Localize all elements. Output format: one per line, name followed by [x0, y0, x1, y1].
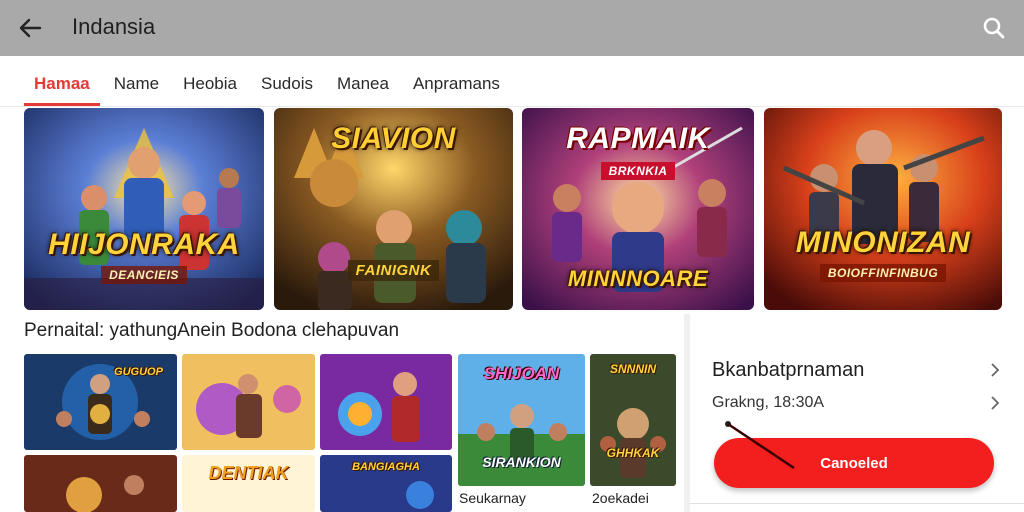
thumbnail-artwork — [24, 455, 177, 512]
arrow-left-icon[interactable] — [14, 12, 46, 44]
section-title: Pernaital: yathungAnein Bodona clehapuva… — [24, 320, 400, 341]
thumbnail-title: GUGUOP — [114, 366, 163, 378]
tab-heobia[interactable]: Heobia — [173, 62, 247, 106]
featured-game-card[interactable]: RAPMAIK BRKNKIA MINNNOARE — [522, 108, 754, 310]
thumbnail-footer: SIRANKION — [482, 454, 561, 470]
thumbnail-title: SHIJOAN — [483, 364, 560, 383]
thumbnail-artwork — [320, 354, 452, 450]
thumbnail-caption: 2oekadei — [592, 490, 649, 506]
chevron-right-icon — [991, 396, 1000, 410]
game-thumbnail[interactable]: SNNNIN GHHKAK — [590, 354, 676, 486]
search-icon[interactable] — [980, 14, 1008, 42]
event-time: Grakng, 18:30A — [712, 394, 825, 411]
featured-subtitle: FAINIGNK — [347, 260, 440, 281]
thumbnail-title: SNNNIN — [609, 362, 656, 376]
game-thumbnail[interactable]: GUGUOP — [24, 354, 177, 450]
featured-footer: MINNNOARE — [567, 266, 709, 291]
featured-subtitle: BOIOFFINFINBUG — [819, 264, 947, 282]
event-title-row[interactable]: Bkanbatprnaman — [712, 358, 1002, 382]
page-title: Indansia — [72, 14, 156, 39]
featured-title: HIIJONRAKA — [48, 228, 240, 261]
event-title: Bkanbatprnaman — [712, 358, 865, 381]
event-time-row[interactable]: Grakng, 18:30A — [712, 392, 1002, 414]
panel-divider — [684, 314, 690, 512]
tab-sudois[interactable]: Sudois — [251, 62, 323, 106]
thumbnail-title: DENTIAK — [208, 463, 289, 483]
tabs-divider — [0, 106, 1024, 107]
game-thumbnail[interactable]: SHIJOAN SIRANKION — [458, 354, 585, 486]
tab-manea[interactable]: Manea — [327, 62, 399, 106]
thumbnail-title: BANGIAGHA — [352, 461, 420, 473]
featured-subtitle: BRKNKIA — [600, 162, 676, 180]
tab-name[interactable]: Name — [104, 62, 169, 106]
tab-bar: Hamaa Name Heobia Sudois Manea Anpramans — [24, 62, 514, 106]
featured-title: MINONIZAN — [795, 226, 971, 259]
featured-game-card[interactable]: SIAVION FAINIGNK — [274, 108, 513, 310]
tab-anpramans[interactable]: Anpramans — [403, 62, 510, 106]
panel-bottom-divider — [690, 503, 1024, 504]
game-thumbnail[interactable] — [320, 354, 452, 450]
thumbnail-artwork — [182, 354, 315, 450]
featured-subtitle: DEANCIEIS — [101, 266, 187, 284]
game-thumbnail[interactable]: BANGIAGHA — [320, 455, 452, 512]
featured-title: RAPMAIK — [566, 122, 710, 155]
tab-hamaa[interactable]: Hamaa — [24, 62, 100, 106]
game-thumbnail[interactable] — [24, 455, 177, 512]
pointer-indicator — [725, 421, 795, 470]
thumbnail-caption: Seukarnay — [459, 490, 526, 506]
featured-title: SIAVION — [331, 122, 456, 155]
featured-game-card[interactable]: HIIJONRAKA DEANCIEIS — [24, 108, 264, 310]
featured-game-card[interactable]: MINONIZAN BOIOFFINFINBUG — [764, 108, 1002, 310]
game-thumbnail[interactable]: DENTIAK — [182, 455, 315, 512]
app-bar: Indansia — [0, 0, 1024, 56]
thumbnail-footer: GHHKAK — [606, 446, 660, 460]
game-thumbnail[interactable] — [182, 354, 315, 450]
chevron-right-icon — [991, 363, 1000, 377]
